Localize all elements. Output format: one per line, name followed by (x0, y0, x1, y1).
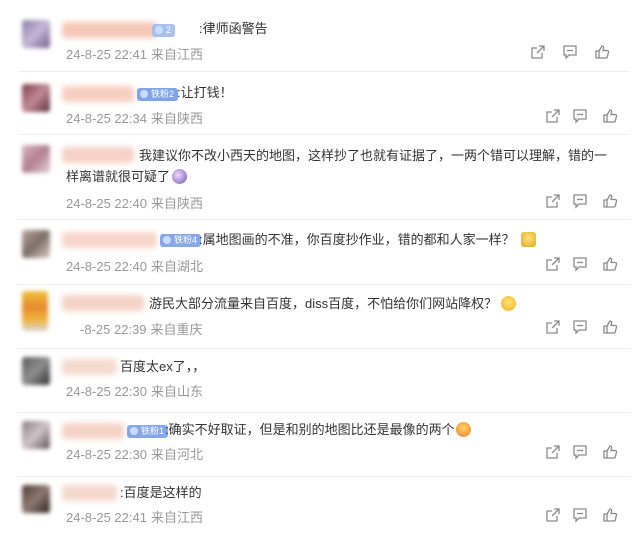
fan-badge: 铁粉2 (137, 88, 179, 101)
comment-text-content: :属地图画的不准，你百度抄作业，错的都和人家一样？ (199, 232, 515, 247)
fan-badge: 铁粉4 (160, 234, 202, 247)
comment-text: :律师函警告 (199, 21, 268, 36)
comment-location: 来自湖北 (150, 259, 203, 274)
avatar[interactable] (22, 145, 50, 173)
comment-time: -8-25 22:39 (80, 322, 147, 337)
comment-item: 2 :律师函警告 24-8-25 22:41 来自江西 (0, 0, 637, 70)
comment-item: 我建议你不改小西天的地图，这样抄了也就有证据了，一两个错可以理解，错的一 样离谱… (0, 135, 637, 219)
like-icon[interactable] (602, 193, 618, 209)
like-icon[interactable] (602, 256, 618, 272)
comment-location: 来自重庆 (150, 322, 203, 337)
comment-icon[interactable] (572, 193, 588, 209)
username[interactable] (62, 485, 117, 501)
comment-icon[interactable] (572, 444, 588, 460)
username[interactable] (62, 22, 157, 38)
avatar[interactable] (22, 421, 50, 449)
comment-item: 铁粉2 :让打钱！ 24-8-25 22:34 来自陕西 (0, 72, 637, 134)
comment-time: 24-8-25 22:41 (66, 47, 147, 62)
comment-actions (530, 256, 630, 274)
comment-text: 百度太ex了，， (120, 359, 206, 374)
comment-text: :确实不好取证，但是和别的地图比还是最像的两个 (165, 419, 471, 440)
like-icon[interactable] (602, 319, 618, 335)
comment-meta: 24-8-25 22:30 来自河北 (66, 444, 203, 463)
comment-item: 游民大部分流量来自百度，diss百度，不怕给你们网站降权？ -8-25 22:3… (0, 285, 637, 347)
comment-icon[interactable] (572, 256, 588, 272)
comment-text: :百度是这样的 (120, 485, 202, 500)
comment-text: 我建议你不改小西天的地图，这样抄了也就有证据了，一两个错可以理解，错的一 (139, 148, 608, 163)
share-icon[interactable] (530, 44, 546, 60)
comment-meta: 24-8-25 22:34 来自陕西 (66, 108, 203, 127)
comment-text-content: :确实不好取证，但是和别的地图比还是最像的两个 (165, 422, 455, 437)
comment-text: :让打钱！ (177, 85, 233, 100)
facepalm-emoji-icon (520, 232, 536, 247)
fan-badge: 铁粉1 (127, 425, 169, 438)
comment-time: 24-8-25 22:40 (66, 196, 147, 211)
share-icon[interactable] (545, 319, 561, 335)
avatar[interactable] (22, 291, 48, 331)
avatar[interactable] (22, 485, 50, 513)
fan-badge: 2 (152, 24, 176, 37)
comment-item: 铁粉4 :属地图画的不准，你百度抄作业，错的都和人家一样？ 24-8-25 22… (0, 220, 637, 284)
username[interactable] (62, 295, 144, 311)
share-icon[interactable] (545, 444, 561, 460)
like-icon[interactable] (602, 108, 618, 124)
username[interactable] (62, 232, 157, 248)
comment-location: 来自江西 (150, 510, 203, 525)
share-icon[interactable] (545, 108, 561, 124)
comment-location: 来自陕西 (150, 111, 203, 126)
comment-icon[interactable] (562, 44, 578, 60)
comment-location: 来自山东 (150, 384, 203, 399)
avatar[interactable] (22, 357, 50, 385)
avatar[interactable] (22, 84, 50, 112)
comment-time: 24-8-25 22:34 (66, 111, 147, 126)
comment-actions (530, 444, 630, 462)
comment-meta: 24-8-25 22:40 来自陕西 (66, 193, 203, 212)
comment-meta: 24-8-25 22:41 来自江西 (66, 507, 203, 526)
comment-time: 24-8-25 22:40 (66, 259, 147, 274)
username[interactable] (62, 86, 134, 102)
comment-text: 游民大部分流量来自百度，diss百度，不怕给你们网站降权？ (149, 293, 517, 314)
comment-location: 来自陕西 (150, 196, 203, 211)
comment-time: 24-8-25 22:41 (66, 510, 147, 525)
comment-actions (530, 108, 630, 126)
comment-time: 24-8-25 22:30 (66, 447, 147, 462)
comment-text-continued: 样离谱就很可疑了 (66, 169, 171, 184)
comment-icon[interactable] (572, 507, 588, 523)
comment-item: 百度太ex了，， 24-8-25 22:30 来自山东 (0, 349, 637, 411)
avatar[interactable] (22, 230, 50, 258)
comment-location: 来自江西 (150, 47, 203, 62)
comment-text: :属地图画的不准，你百度抄作业，错的都和人家一样？ (199, 229, 536, 250)
username[interactable] (62, 423, 124, 439)
comment-actions (530, 44, 630, 62)
comment-meta: 24-8-25 22:40 来自湖北 (66, 256, 203, 275)
avatar[interactable] (22, 20, 50, 48)
comment-time: 24-8-25 22:30 (66, 384, 147, 399)
comment-icon[interactable] (572, 108, 588, 124)
share-icon[interactable] (545, 193, 561, 209)
thinking-emoji-icon (172, 169, 188, 184)
comment-text-content: 游民大部分流量来自百度，diss百度，不怕给你们网站降权？ (149, 296, 498, 311)
comment-text-line2: 样离谱就很可疑了 (66, 166, 188, 187)
share-icon[interactable] (545, 256, 561, 272)
comment-meta: -8-25 22:39 来自重庆 (80, 319, 203, 338)
like-icon[interactable] (602, 507, 618, 523)
username[interactable] (62, 147, 134, 163)
grin-emoji-icon (501, 296, 517, 311)
laugh-emoji-icon (455, 422, 471, 437)
like-icon[interactable] (594, 44, 610, 60)
comment-actions (530, 193, 630, 211)
comment-actions (530, 507, 630, 525)
like-icon[interactable] (602, 444, 618, 460)
comment-location: 来自河北 (150, 447, 203, 462)
comment-icon[interactable] (572, 319, 588, 335)
username[interactable] (62, 359, 117, 375)
comment-meta: 24-8-25 22:30 来自山东 (66, 381, 203, 400)
comment-item: :百度是这样的 24-8-25 22:41 来自江西 (0, 477, 637, 540)
comment-item: 铁粉1 :确实不好取证，但是和别的地图比还是最像的两个 24-8-25 22:3… (0, 413, 637, 475)
comment-meta: 24-8-25 22:41 来自江西 (66, 44, 203, 63)
share-icon[interactable] (545, 507, 561, 523)
comment-actions (530, 319, 630, 337)
